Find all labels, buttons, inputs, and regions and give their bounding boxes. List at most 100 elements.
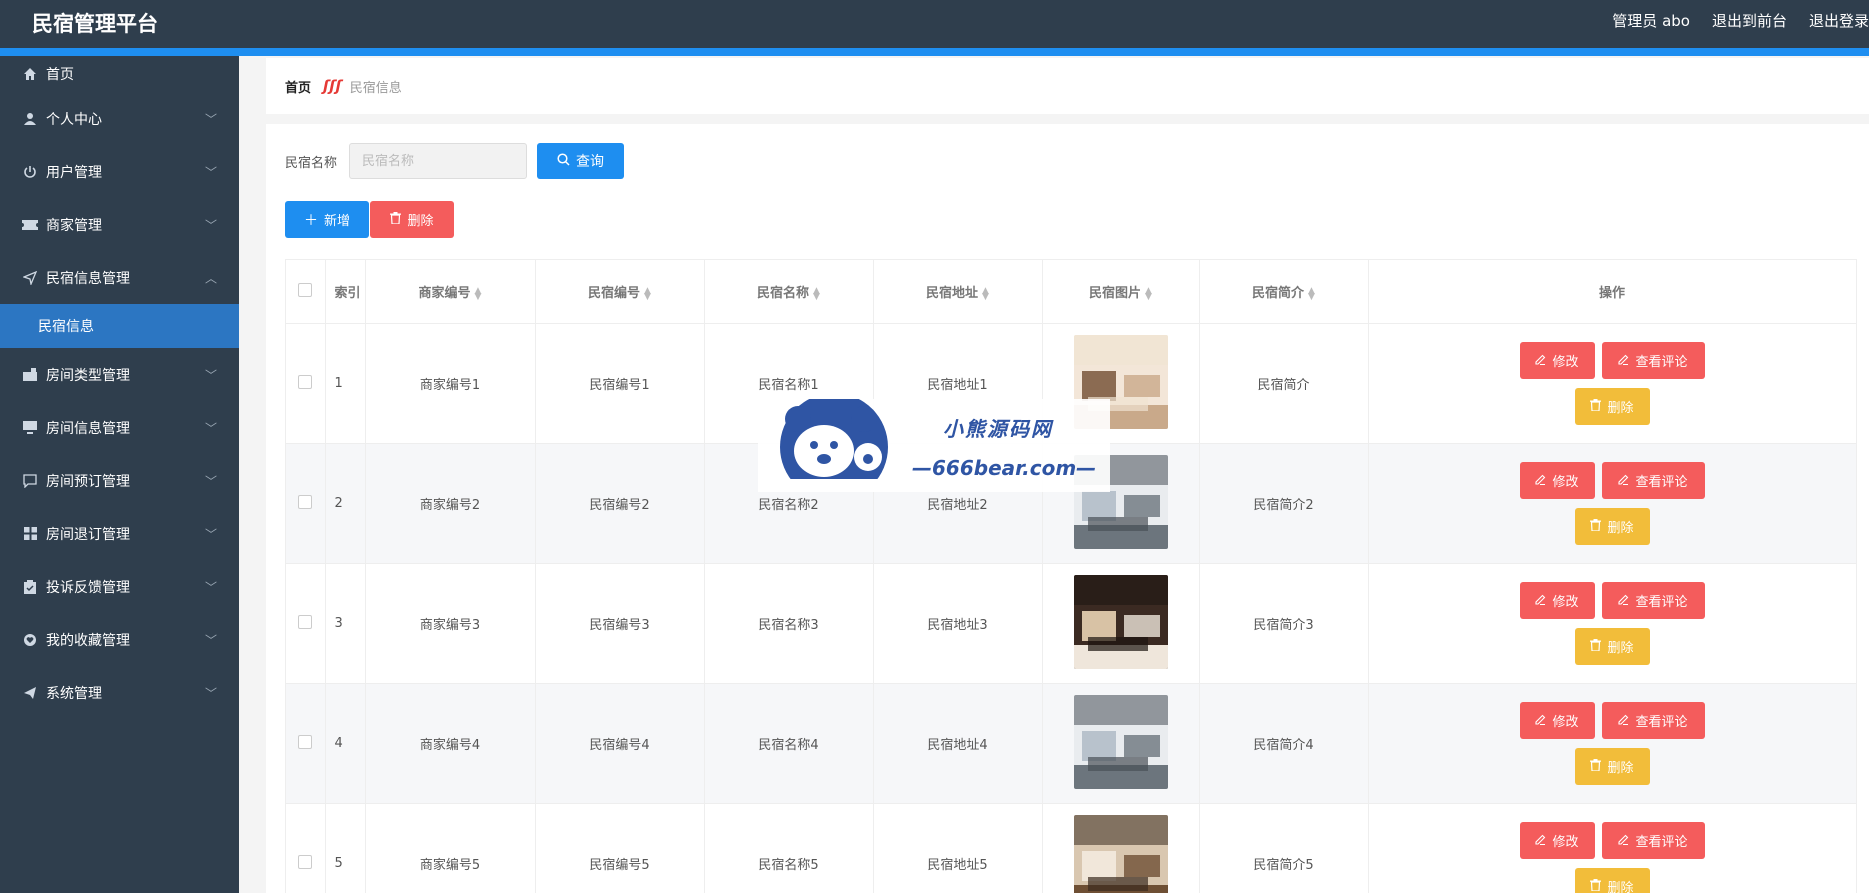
cell-intro: 民宿简介5 [1199,803,1369,893]
delete-button[interactable]: 删除 [1574,868,1650,893]
column-header-name[interactable]: 民宿名称 ▲ ▼ [704,260,874,324]
edit-button[interactable]: 修改 [1519,582,1595,619]
delete-label: 删除 [1607,881,1634,893]
cell-actions: 修改 查看评论 删除 [1368,443,1856,564]
table-row: 4 商家编号4 民宿编号4 民宿名称4 民宿地址4 民宿简介4 修改 查看评论 … [286,683,1856,804]
edit-button[interactable]: 修改 [1519,702,1595,739]
delete-button[interactable]: 删除 [1574,508,1650,545]
trash-icon [1590,758,1602,775]
sort-icon[interactable]: ▲ ▼ [475,286,482,301]
chevron-down-icon: ﹀ [204,633,217,647]
view-reviews-button[interactable]: 查看评论 [1601,582,1705,619]
delete-label: 删除 [1607,761,1634,776]
cell-merchant: 商家编号2 [365,443,536,564]
cell-merchant: 商家编号4 [365,683,536,804]
bear-logo-icon [768,399,900,492]
delete-button[interactable]: 删除 [1574,748,1650,785]
table-row: 5 商家编号5 民宿编号5 民宿名称5 民宿地址5 民宿简介5 修改 查看评论 … [286,803,1856,893]
edit-label: 修改 [1552,355,1579,370]
column-header-image[interactable]: 民宿图片 ▲ ▼ [1042,260,1200,324]
sidebar-item-homestay-info[interactable]: 民宿信息管理 ︿ [0,251,239,304]
sidebar-item-merchants[interactable]: 商家管理 ﹀ [0,198,239,251]
column-header-label: 民宿简介 [1252,286,1305,301]
homestay-thumbnail[interactable] [1073,574,1168,669]
delete-label: 删除 [407,214,434,229]
sidebar-item-label: 我的收藏管理 [46,632,130,649]
sidebar-item-users[interactable]: 用户管理 ﹀ [0,145,239,198]
row-checkbox[interactable] [298,854,313,869]
sidebar-item-system[interactable]: 系统管理 ﹀ [0,666,239,719]
sidebar-item-favorites[interactable]: 我的收藏管理 ﹀ [0,613,239,666]
view-reviews-button[interactable]: 查看评论 [1601,702,1705,739]
column-header-address[interactable]: 民宿地址 ▲ ▼ [873,260,1043,324]
breadcrumb-separator-icon: ʃʃʃ [323,77,342,95]
view-reviews-label: 查看评论 [1635,715,1688,730]
sidebar-item-booking[interactable]: 房间预订管理 ﹀ [0,454,239,507]
delete-label: 删除 [1607,401,1634,416]
watermark-subtitle: —666bear.com— [912,456,1097,480]
cell-actions: 修改 查看评论 删除 [1368,563,1856,684]
sort-icon[interactable]: ▲ ▼ [644,286,651,301]
column-header-label: 商家编号 [418,286,471,301]
homestay-thumbnail[interactable] [1073,694,1168,789]
view-reviews-button[interactable]: 查看评论 [1601,822,1705,859]
row-checkbox[interactable] [298,734,313,749]
row-select-cell [286,803,326,893]
homestay-thumbnail[interactable] [1073,814,1168,893]
header-actions: 管理员 abo 退出到前台 退出登录 [1612,10,1869,31]
toolbar: ＋ 新增 删除 [285,201,454,238]
search-input[interactable] [349,143,528,179]
sidebar-item-room-info[interactable]: 房间信息管理 ﹀ [0,401,239,454]
sidebar-item-label: 投诉反馈管理 [46,579,130,596]
delete-label: 删除 [1607,521,1634,536]
row-checkbox[interactable] [298,374,313,389]
sidebar-item-complaints[interactable]: 投诉反馈管理 ﹀ [0,560,239,613]
sort-icon[interactable]: ▲ ▼ [982,286,989,301]
delete-button[interactable]: 删除 [1574,388,1650,425]
sort-icon[interactable]: ▲ ▼ [813,286,820,301]
column-header-merchant[interactable]: 商家编号 ▲ ▼ [365,260,536,324]
sidebar-item-cancel[interactable]: 房间退订管理 ﹀ [0,507,239,560]
sort-icon[interactable]: ▲ ▼ [1308,286,1315,301]
sidebar: 首页 个人中心 ﹀ 用户管理 ﹀ 商家管理 ﹀ 民宿信息管理 ︿ 民宿信息 房间… [0,56,239,893]
trash-icon [390,211,402,228]
column-header-intro[interactable]: 民宿简介 ▲ ▼ [1199,260,1369,324]
edit-icon [1618,833,1629,849]
cell-address: 民宿地址3 [873,563,1043,684]
suitcase-icon [22,367,38,383]
row-checkbox[interactable] [298,614,313,629]
sidebar-item-room-type[interactable]: 房间类型管理 ﹀ [0,348,239,401]
search-label: 民宿名称 [285,155,338,171]
select-all-checkbox[interactable] [298,282,313,297]
column-header-label: 民宿名称 [757,286,810,301]
edit-icon [1535,593,1546,609]
edit-button[interactable]: 修改 [1519,462,1595,499]
view-reviews-button[interactable]: 查看评论 [1601,342,1705,379]
chevron-down-icon: ﹀ [204,165,217,179]
sidebar-item-personal[interactable]: 个人中心 ﹀ [0,92,239,145]
sidebar-subitem-homestay[interactable]: 民宿信息 [0,304,239,348]
column-header-homestay-no[interactable]: 民宿编号 ▲ ▼ [535,260,705,324]
view-reviews-label: 查看评论 [1635,475,1688,490]
edit-button[interactable]: 修改 [1519,342,1595,379]
sort-icon[interactable]: ▲ ▼ [1145,286,1152,301]
cell-image [1042,803,1200,893]
add-button[interactable]: ＋ 新增 [285,201,369,238]
column-header-index: 索引 [325,260,366,324]
cell-actions: 修改 查看评论 删除 [1368,683,1856,804]
sidebar-item-label: 用户管理 [46,164,102,181]
batch-delete-button[interactable]: 删除 [370,201,454,238]
logout-link[interactable]: 退出登录 [1809,10,1869,31]
edit-button[interactable]: 修改 [1519,822,1595,859]
sidebar-item-home[interactable]: 首页 [0,56,239,92]
breadcrumb-home[interactable]: 首页 [285,77,311,96]
monitor-icon [22,420,38,436]
delete-button[interactable]: 删除 [1574,628,1650,665]
view-reviews-button[interactable]: 查看评论 [1601,462,1705,499]
column-header-label: 民宿地址 [926,286,979,301]
row-checkbox[interactable] [298,494,313,509]
view-reviews-label: 查看评论 [1635,355,1688,370]
exit-to-front-link[interactable]: 退出到前台 [1712,10,1787,31]
query-button[interactable]: 查询 [537,143,625,179]
cell-intro: 民宿简介 [1199,323,1369,444]
